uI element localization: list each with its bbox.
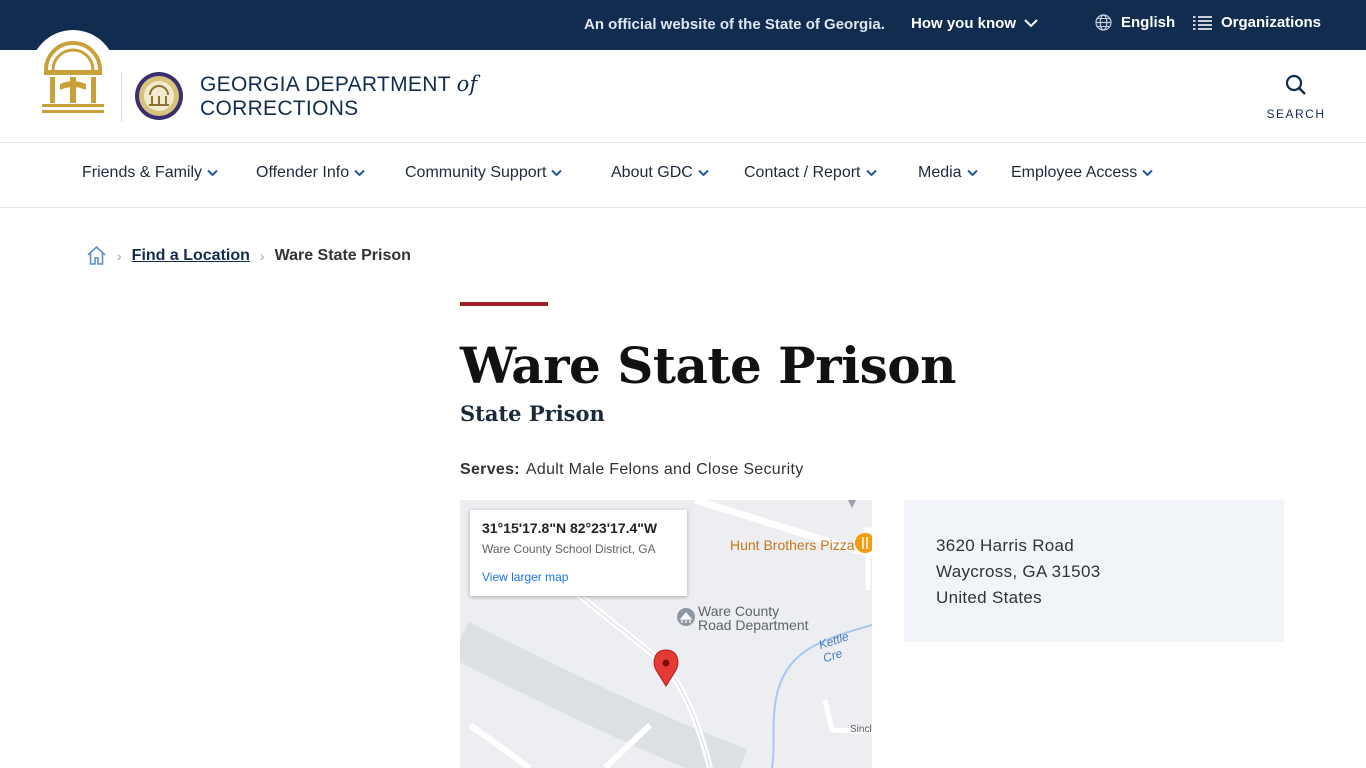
nav-about-gdc[interactable]: About GDC [611,164,709,182]
brand-line-1: GEORGIA DEPARTMENT [200,73,451,96]
nav-community-support[interactable]: Community Support [405,164,563,182]
page-title: Ware State Prison [460,336,956,395]
location-map[interactable]: 31°15'17.8"N 82°23'17.4"W Ware County Sc… [460,500,872,768]
search-button[interactable]: SEARCH [1262,74,1330,121]
chevron-right-icon: › [117,247,122,264]
serves-label: Serves: [460,461,520,478]
home-icon[interactable] [86,245,107,266]
official-banner: An official website of the State of Geor… [0,0,1366,50]
gdc-seal-logo[interactable] [134,71,184,121]
globe-icon [1095,14,1112,31]
chevron-right-icon: › [259,247,265,264]
address-line-3: United States [936,588,1042,607]
nav-friends-family[interactable]: Friends & Family [82,164,218,182]
site-brand[interactable]: GEORGIA DEPARTMENT of CORRECTIONS [200,72,478,121]
language-label: English [1121,14,1176,31]
nav-media[interactable]: Media [918,164,978,182]
language-selector[interactable]: English [1095,14,1175,31]
breadcrumb: › Find a Location › Ware State Prison [86,245,411,266]
nav-contact-report[interactable]: Contact / Report [744,164,877,182]
official-site-text: An official website of the State of Geor… [584,16,885,33]
chevron-down-icon [1024,19,1038,28]
list-icon [1193,15,1212,30]
chevron-down-icon [966,169,978,177]
map-label-street: Sincl [850,724,872,735]
chevron-down-icon [207,169,218,177]
nav-employee-access[interactable]: Employee Access [1011,164,1153,182]
nav-label: Community Support [405,164,547,181]
chevron-down-icon [865,169,877,177]
how-you-know-button[interactable]: How you know [911,15,1038,32]
brand-line-2: CORRECTIONS [200,97,359,120]
organizations-label: Organizations [1221,14,1322,31]
georgia-state-seal-logo[interactable] [40,40,106,116]
nav-label: Offender Info [256,164,350,181]
poi-road-line-1: Ware County [698,603,780,619]
chevron-down-icon [551,169,563,177]
map-district: Ware County School District, GA [482,542,656,556]
brand-of: of [456,72,478,96]
nav-label: Friends & Family [82,164,203,181]
view-larger-map-link[interactable]: View larger map [482,570,675,584]
logo-divider [121,72,122,122]
map-info-card: 31°15'17.8"N 82°23'17.4"W Ware County Sc… [470,510,687,596]
organizations-button[interactable]: Organizations [1193,14,1321,31]
map-coordinates: 31°15'17.8"N 82°23'17.4"W [482,520,658,536]
search-label: SEARCH [1266,107,1326,121]
how-you-know-label: How you know [911,15,1016,32]
main-nav: Friends & Family Offender Info Community… [0,143,1366,208]
chevron-down-icon [1142,169,1153,177]
chevron-down-icon [698,169,709,177]
chevron-down-icon [354,169,365,177]
nav-label: About GDC [611,164,693,181]
nav-label: Contact / Report [744,164,861,181]
nav-label: Employee Access [1011,164,1138,181]
nav-label: Media [918,164,962,181]
address-card: 3620 Harris Road Waycross, GA 31503 Unit… [904,500,1284,642]
poi-road-line-2: Road Department [698,617,809,633]
serves-value: Adult Male Felons and Close Security [525,461,804,478]
search-icon [1285,74,1306,95]
map-poi-road-department[interactable]: Ware County Road Department [698,604,809,632]
page-subtitle: State Prison [460,401,605,426]
nav-offender-info[interactable]: Offender Info [256,164,365,182]
address-line-1: 3620 Harris Road [936,536,1075,555]
serves-line: Serves: Adult Male Felons and Close Secur… [460,461,804,479]
title-accent-bar [460,302,548,306]
address-line-2: Waycross, GA 31503 [936,562,1101,581]
breadcrumb-current: Ware State Prison [274,246,411,264]
map-poi-pizza[interactable]: Hunt Brothers Pizza [730,537,855,553]
breadcrumb-find-location-link[interactable]: Find a Location [132,247,250,265]
